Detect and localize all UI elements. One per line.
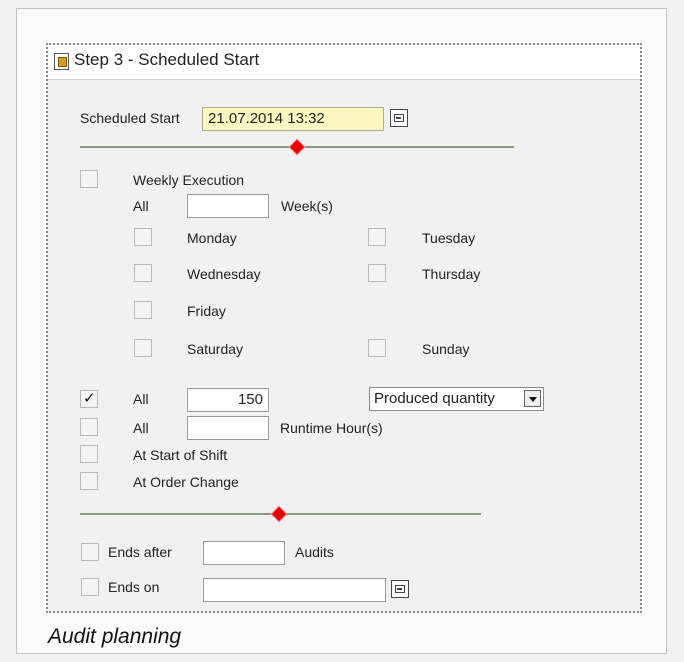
- weekly-execution-checkbox[interactable]: [80, 170, 98, 188]
- saturday-checkbox[interactable]: [134, 339, 152, 357]
- weeks-unit-label: Week(s): [281, 198, 333, 214]
- thursday-label: Thursday: [422, 266, 481, 282]
- weeks-input[interactable]: [187, 194, 269, 218]
- calendar-icon[interactable]: [391, 580, 409, 598]
- sunday-label: Sunday: [422, 341, 470, 357]
- ends-on-checkbox[interactable]: [81, 578, 99, 596]
- runtime-input[interactable]: [187, 416, 269, 440]
- calendar-icon[interactable]: [390, 109, 408, 127]
- start-of-shift-label: At Start of Shift: [133, 447, 228, 463]
- friday-label: Friday: [187, 303, 226, 319]
- monday-label: Monday: [187, 230, 237, 246]
- wednesday-checkbox[interactable]: [134, 264, 152, 282]
- wednesday-label: Wednesday: [187, 266, 261, 282]
- runtime-all-label: All: [133, 420, 149, 436]
- weekly-all-label: All: [133, 198, 149, 214]
- quantity-input[interactable]: 150: [187, 388, 269, 412]
- tuesday-label: Tuesday: [422, 230, 476, 246]
- tuesday-checkbox[interactable]: [368, 228, 386, 246]
- friday-checkbox[interactable]: [134, 301, 152, 319]
- ends-after-checkbox[interactable]: [81, 543, 99, 561]
- document-icon: [54, 53, 69, 70]
- runtime-checkbox[interactable]: [80, 418, 98, 436]
- figure-caption: Audit planning: [48, 625, 182, 648]
- scheduled-start-label: Scheduled Start: [80, 110, 180, 126]
- quantity-all-label: All: [133, 391, 149, 407]
- ends-on-label: Ends on: [108, 579, 160, 595]
- panel-header: Step 3 - Scheduled Start: [48, 45, 640, 80]
- weekly-execution-label: Weekly Execution: [133, 172, 245, 188]
- quantity-type-select[interactable]: Produced quantity: [369, 387, 544, 411]
- chevron-down-icon[interactable]: [524, 390, 541, 407]
- monday-checkbox[interactable]: [134, 228, 152, 246]
- order-change-checkbox[interactable]: [80, 472, 98, 490]
- quantity-checkbox[interactable]: [80, 389, 98, 408]
- scheduled-start-date-field[interactable]: 21.07.2014 13:32: [202, 107, 384, 131]
- sunday-checkbox[interactable]: [368, 339, 386, 357]
- panel-title: Step 3 - Scheduled Start: [74, 50, 260, 69]
- quantity-type-selected: Produced quantity: [374, 390, 495, 407]
- thursday-checkbox[interactable]: [368, 264, 386, 282]
- saturday-label: Saturday: [187, 341, 244, 357]
- ends-after-label: Ends after: [108, 544, 172, 560]
- order-change-label: At Order Change: [133, 474, 239, 490]
- ends-after-input[interactable]: [203, 541, 285, 565]
- runtime-unit-label: Runtime Hour(s): [280, 420, 383, 436]
- ends-after-unit-label: Audits: [295, 544, 334, 560]
- start-of-shift-checkbox[interactable]: [80, 445, 98, 463]
- ends-on-date-field[interactable]: [203, 578, 386, 602]
